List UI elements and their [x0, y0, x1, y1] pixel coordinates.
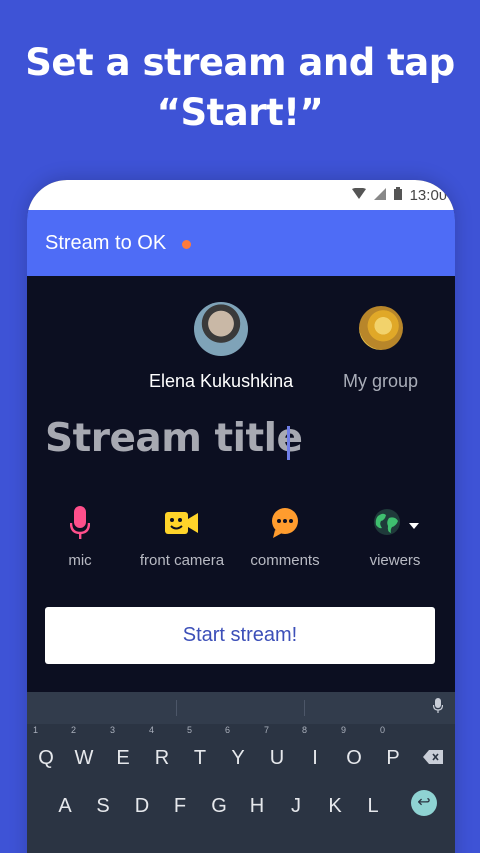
key-l[interactable]: L: [354, 784, 392, 824]
enter-icon: ↩: [417, 794, 431, 811]
comments-icon: [271, 506, 299, 542]
text-cursor: [287, 426, 290, 460]
comments-label: comments: [250, 552, 320, 569]
voice-input-icon[interactable]: [432, 698, 444, 719]
key-s[interactable]: S: [84, 784, 122, 824]
status-bar: 13:0ᴜ: [27, 180, 455, 210]
key-o[interactable]: 9O: [335, 725, 373, 776]
key-u[interactable]: 7U: [258, 725, 296, 776]
keyboard: 1Q 2W 3E 4R 5T 6Y 7U 8I 9O 0P A S D F G …: [27, 692, 455, 853]
key-r[interactable]: 4R: [143, 725, 181, 776]
key-w[interactable]: 2W: [65, 725, 103, 776]
key-k[interactable]: K: [316, 784, 354, 824]
user-name[interactable]: Elena Kukushkina: [149, 371, 293, 392]
stream-title-input[interactable]: Stream title: [45, 416, 303, 461]
key-j[interactable]: J: [277, 784, 315, 824]
start-stream-button[interactable]: Start stream!: [45, 607, 435, 664]
promo-line-2: “Start!”: [156, 91, 324, 134]
globe-icon: [373, 508, 401, 541]
app-title: Stream to OK: [45, 232, 167, 254]
status-time: 13:0ᴜ: [409, 187, 447, 204]
key-f[interactable]: F: [161, 784, 199, 824]
key-t[interactable]: 5T: [181, 725, 219, 776]
backspace-key[interactable]: [414, 736, 452, 776]
key-h[interactable]: H: [238, 784, 276, 824]
key-e[interactable]: 3E: [104, 725, 142, 776]
front-camera-label: front camera: [139, 552, 225, 569]
live-dot: [182, 240, 191, 249]
mic-icon: [69, 506, 91, 542]
group-name[interactable]: My group: [343, 371, 418, 392]
wifi-icon: [351, 187, 366, 204]
key-g[interactable]: G: [200, 784, 238, 824]
phone-frame: 13:0ᴜ Stream to OK Elena Kukushkina My g…: [27, 180, 455, 853]
group-avatar[interactable]: [359, 306, 403, 350]
key-i[interactable]: 8I: [296, 725, 334, 776]
key-d[interactable]: D: [123, 784, 161, 824]
chevron-down-icon[interactable]: [409, 517, 419, 535]
key-p[interactable]: 0P: [374, 725, 412, 776]
front-camera-icon: [165, 506, 199, 542]
key-a[interactable]: A: [46, 784, 84, 824]
signal-icon: [373, 187, 386, 204]
viewers-label: viewers: [369, 552, 421, 569]
backspace-icon: [423, 747, 443, 769]
promo-line-1: Set a stream and tap: [25, 41, 455, 84]
viewers-option[interactable]: viewers: [363, 506, 427, 569]
app-bar: Stream to OK: [27, 210, 455, 276]
promo-heading: Set a stream and tap “Start!”: [0, 38, 480, 138]
suggestion-strip: [27, 692, 455, 724]
front-camera-option[interactable]: front camera: [135, 506, 229, 569]
battery-icon: [393, 187, 402, 204]
mic-option[interactable]: mic: [54, 506, 106, 569]
user-avatar[interactable]: [194, 302, 248, 356]
key-q[interactable]: 1Q: [27, 725, 65, 776]
enter-key[interactable]: ↩: [411, 790, 437, 816]
mic-label: mic: [68, 552, 92, 569]
comments-option[interactable]: comments: [245, 506, 325, 569]
key-y[interactable]: 6Y: [219, 725, 257, 776]
